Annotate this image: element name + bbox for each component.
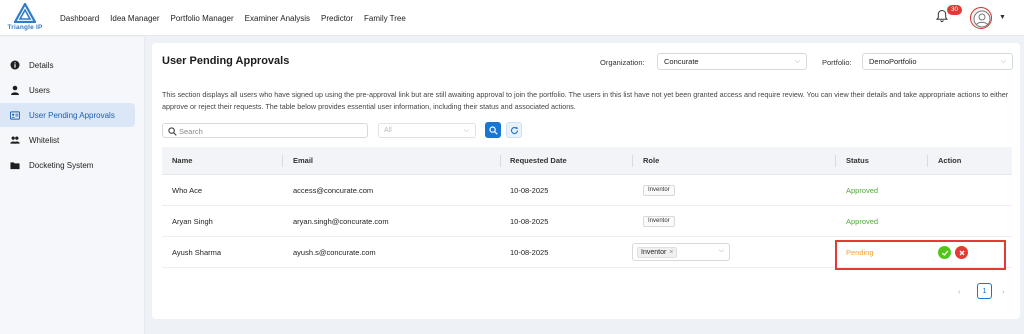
main-nav: Dashboard Idea Manager Portfolio Manager… xyxy=(60,0,406,36)
chevron-down-icon: ⌵ xyxy=(794,58,800,65)
nav-examiner-analysis[interactable]: Examiner Analysis xyxy=(245,14,310,23)
search-icon xyxy=(168,127,177,138)
role-select[interactable]: Inventor × ⌵ xyxy=(632,243,730,261)
sidebar-item-details[interactable]: Details xyxy=(0,53,135,77)
column-name: Name xyxy=(172,156,193,165)
status-badge: Approved xyxy=(846,186,879,195)
user-icon xyxy=(10,85,20,95)
portfolio-select[interactable]: DemoPortfolio ⌵ xyxy=(862,53,1013,70)
table-header: Name Email Requested Date Role Status Ac… xyxy=(162,147,1012,175)
cell-date: 10-08-2025 xyxy=(510,248,549,257)
logo-text: Triangle IP xyxy=(7,24,43,31)
sidebar-item-whitelist[interactable]: Whitelist xyxy=(0,128,135,152)
cell-name: Ayush Sharma xyxy=(172,248,222,257)
sidebar-item-docketing-system[interactable]: Docketing System xyxy=(0,153,135,177)
role-filter-placeholder: All xyxy=(384,127,392,134)
portfolio-label: Portfolio: xyxy=(822,58,852,67)
highlight-box xyxy=(835,240,1006,270)
sidebar-item-label: Docketing System xyxy=(29,160,94,170)
sidebar-item-label: Whitelist xyxy=(29,135,60,145)
column-divider xyxy=(282,155,283,167)
cell-name: Who Ace xyxy=(172,186,203,195)
nav-dashboard[interactable]: Dashboard xyxy=(60,14,99,23)
id-card-icon xyxy=(10,110,20,120)
organization-value: Concurate xyxy=(664,57,699,66)
cell-email: aryan.singh@concurate.com xyxy=(293,217,389,226)
portfolio-value: DemoPortfolio xyxy=(869,57,917,66)
cell-date: 10-08-2025 xyxy=(510,186,549,195)
sidebar-item-users[interactable]: Users xyxy=(0,78,135,102)
users-icon xyxy=(10,135,20,145)
column-role: Role xyxy=(643,156,660,165)
column-email: Email xyxy=(293,156,314,165)
page-description: This section displays all users who have… xyxy=(162,90,1009,111)
cell-date: 10-08-2025 xyxy=(510,217,549,226)
pagination-next-icon[interactable]: › xyxy=(1002,287,1005,296)
cell-name: Aryan Singh xyxy=(172,217,213,226)
main-panel: User Pending Approvals Organization: Con… xyxy=(152,43,1020,319)
sidebar: Details Users User Pending Approvals Whi… xyxy=(0,37,145,334)
organization-label: Organization: xyxy=(600,58,645,67)
pagination-prev-icon[interactable]: ‹ xyxy=(958,287,961,296)
sidebar-item-label: User Pending Approvals xyxy=(29,110,115,120)
sidebar-item-label: Details xyxy=(29,60,54,70)
page-title: User Pending Approvals xyxy=(162,55,290,67)
cell-email: access@concurate.com xyxy=(293,186,374,195)
chevron-down-icon: ⌵ xyxy=(1000,58,1006,65)
search-icon xyxy=(488,125,498,135)
top-navbar: Triangle IP Dashboard Idea Manager Portf… xyxy=(0,0,1024,36)
cell-email: ayush.s@concurate.com xyxy=(293,248,376,257)
column-action: Action xyxy=(938,156,962,165)
refresh-button[interactable] xyxy=(506,122,522,138)
nav-predictor[interactable]: Predictor xyxy=(321,14,353,23)
role-filter-select[interactable]: All ⌵ xyxy=(378,123,476,138)
pagination-page[interactable]: 1 xyxy=(977,283,992,299)
folder-icon xyxy=(10,160,20,170)
column-divider xyxy=(835,155,836,167)
chevron-down-icon: ⌵ xyxy=(718,247,724,254)
search-button[interactable] xyxy=(485,122,501,138)
profile-dropdown-icon[interactable]: ▼ xyxy=(999,14,1006,21)
status-badge: Approved xyxy=(846,217,879,226)
role-tag: Inventor xyxy=(643,185,675,196)
nav-portfolio-manager[interactable]: Portfolio Manager xyxy=(171,14,234,23)
search-box[interactable] xyxy=(162,123,368,138)
sidebar-item-user-pending-approvals[interactable]: User Pending Approvals xyxy=(0,103,135,127)
nav-family-tree[interactable]: Family Tree xyxy=(364,14,406,23)
role-tag: Inventor xyxy=(643,216,675,227)
chevron-down-icon: ⌵ xyxy=(463,127,469,134)
info-icon xyxy=(10,60,20,70)
search-input[interactable] xyxy=(179,126,359,136)
column-divider xyxy=(632,155,633,167)
notification-badge: 30 xyxy=(947,5,962,15)
column-status: Status xyxy=(846,156,869,165)
table-row: Aryan Singh aryan.singh@concurate.com 10… xyxy=(162,206,1012,237)
avatar[interactable] xyxy=(970,7,992,29)
column-divider xyxy=(927,155,928,167)
nav-idea-manager[interactable]: Idea Manager xyxy=(110,14,159,23)
column-requested-date: Requested Date xyxy=(510,156,567,165)
triangle-logo-icon xyxy=(14,3,36,23)
role-chip: Inventor × xyxy=(637,247,678,258)
refresh-icon xyxy=(510,126,518,134)
role-chip-label: Inventor xyxy=(641,249,667,256)
table-row: Who Ace access@concurate.com 10-08-2025 … xyxy=(162,175,1012,206)
column-divider xyxy=(500,155,501,167)
app-logo[interactable]: Triangle IP xyxy=(6,3,44,33)
user-avatar-icon xyxy=(973,10,991,28)
sidebar-item-label: Users xyxy=(29,85,50,95)
close-icon[interactable]: × xyxy=(669,249,673,256)
organization-select[interactable]: Concurate ⌵ xyxy=(657,53,807,70)
